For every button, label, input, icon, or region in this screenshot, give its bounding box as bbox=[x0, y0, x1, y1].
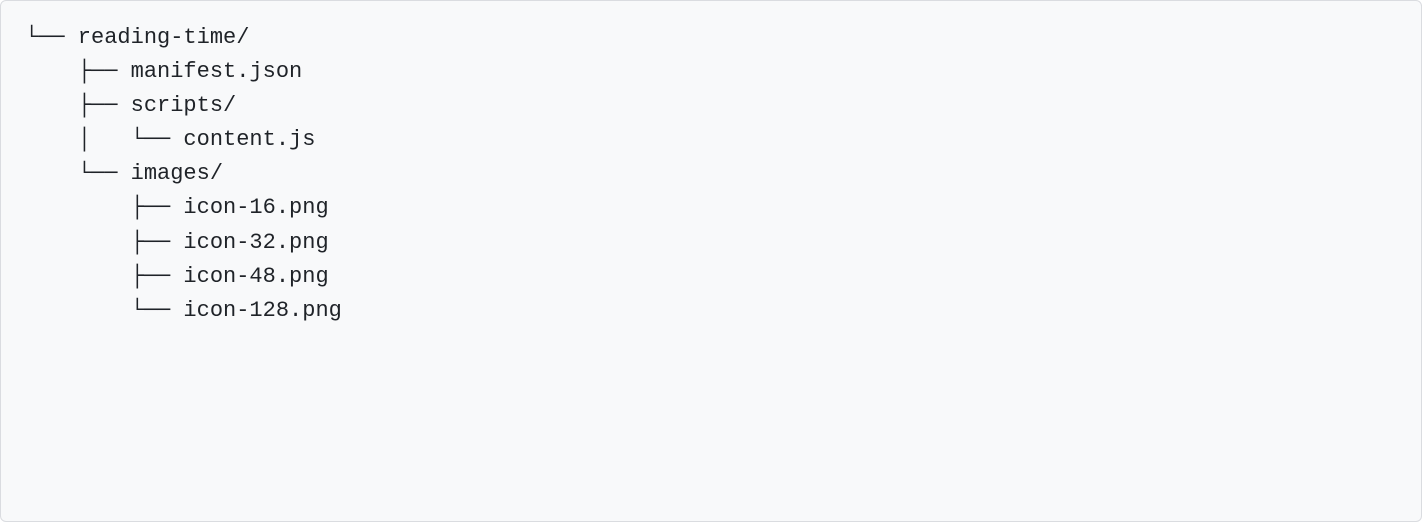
tree-line-icon-128: └── icon-128.png bbox=[25, 294, 1397, 328]
tree-line-manifest: ├── manifest.json bbox=[25, 55, 1397, 89]
tree-line-icon-16: ├── icon-16.png bbox=[25, 191, 1397, 225]
tree-line-root: └── reading-time/ bbox=[25, 21, 1397, 55]
tree-line-content-js: │ └── content.js bbox=[25, 123, 1397, 157]
tree-line-icon-32: ├── icon-32.png bbox=[25, 226, 1397, 260]
tree-line-images-dir: └── images/ bbox=[25, 157, 1397, 191]
tree-line-scripts-dir: ├── scripts/ bbox=[25, 89, 1397, 123]
tree-line-icon-48: ├── icon-48.png bbox=[25, 260, 1397, 294]
directory-tree-block: └── reading-time/ ├── manifest.json ├── … bbox=[0, 0, 1422, 522]
